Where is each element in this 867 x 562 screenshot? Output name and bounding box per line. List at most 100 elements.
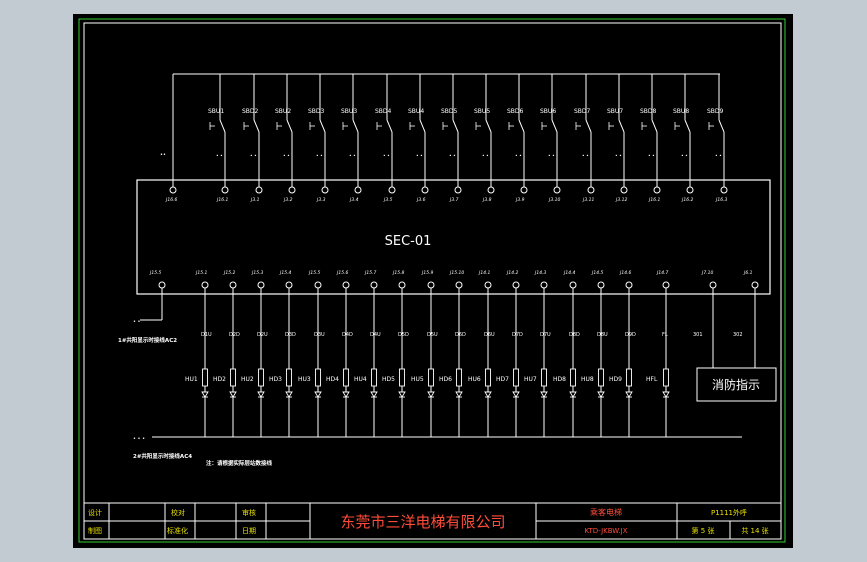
push-button-sbd3: SBD3 • • J3.3 <box>308 74 329 203</box>
design-label: 设计 <box>88 508 102 517</box>
wire-number: • • <box>648 154 655 159</box>
input-terminal-label: J3.9 <box>515 197 525 203</box>
wire-number: • • <box>316 154 323 159</box>
fire-indicator-group: J7.10 J6.1 301 302 消防指示 <box>693 270 777 402</box>
output-hu3: J15.5 D3U HU3 <box>298 270 325 437</box>
input-terminal <box>421 186 429 194</box>
push-button-sbu3: SBU3 • • J3.4 <box>341 74 362 203</box>
input-terminal <box>720 186 728 194</box>
output-terminal <box>370 281 378 289</box>
fire-wire-1-number: 301 <box>693 332 703 338</box>
lamp-resistor <box>485 368 491 387</box>
outer-frame <box>78 18 786 543</box>
lamp-resistor <box>598 368 604 387</box>
input-terminal-label: J3.5 <box>383 197 393 203</box>
switch-blade <box>551 119 558 133</box>
output-terminal-label: J14.3 <box>534 270 546 276</box>
input-terminal <box>454 186 462 194</box>
input-terminal-label: J3.7 <box>449 197 459 203</box>
output-terminal-label: J14.7 <box>656 270 668 276</box>
input-terminal <box>288 186 296 194</box>
button-label: SBD6 <box>507 108 524 115</box>
switch-blade <box>352 119 359 133</box>
led-symbol <box>662 391 670 398</box>
led-symbol <box>285 391 293 398</box>
date-label: 日期 <box>242 527 256 535</box>
switch-blade <box>386 119 393 133</box>
push-button-sbd8: SBD8 • • J16.1 <box>640 74 661 203</box>
output-wire-number: D4U <box>370 332 381 338</box>
fire-wire-2-number: 302 <box>733 332 743 338</box>
switch-blade <box>651 119 658 133</box>
push-button-sbu2: SBU2 • • J3.2 <box>275 74 296 203</box>
output-terminal-label: J15.5 <box>308 270 320 276</box>
output-wire-number: D5D <box>398 332 409 338</box>
wire-number: • • <box>515 154 522 159</box>
output-terminal-label: J15.9 <box>421 270 433 276</box>
lamp-label: HD3 <box>269 376 282 383</box>
lamp-label: HU7 <box>524 376 537 383</box>
button-label: SBU8 <box>673 108 689 115</box>
lamp-label: HU5 <box>411 376 424 383</box>
output-group: J15.1 D1U HU1 J15.2 D2D HD2 J15.3 D2U HU2 J15.4 D3… <box>185 270 670 437</box>
push-button-sbd4: SBD4 • • J3.5 <box>375 74 396 203</box>
output-wire-number: D1U <box>201 332 212 338</box>
output-terminal-label: J15.7 <box>364 270 376 276</box>
switch-blade <box>618 119 625 133</box>
output-wire-number: FL <box>662 332 668 338</box>
output-terminal <box>662 281 670 289</box>
switch-blade <box>219 119 226 133</box>
button-label: SBD4 <box>375 108 392 115</box>
output-hd2: J15.2 D2D HD2 <box>213 270 240 437</box>
output-hu1: J15.1 D1U HU1 <box>185 270 212 437</box>
push-button-sbu7: SBU7 • • J3.12 <box>607 74 628 203</box>
switch-blade <box>253 119 260 133</box>
lamp-resistor <box>399 368 405 387</box>
wire-number: • • <box>349 154 356 159</box>
switch-blade <box>684 119 691 133</box>
button-label: SBD5 <box>441 108 458 115</box>
switch-blade <box>419 119 426 133</box>
input-terminal <box>321 186 329 194</box>
schematic-canvas[interactable]: SEC-01 J16.6 •• SBU1• •J16.1SBD2• •J3.1S… <box>73 14 793 548</box>
output-terminal <box>455 281 463 289</box>
lamp-label: HU6 <box>468 376 481 383</box>
button-label: SBU1 <box>208 108 224 115</box>
output-hu5: J15.9 D5U HU5 <box>411 270 438 437</box>
led-symbol <box>370 391 378 398</box>
output-hu6: J14.1 D6U HU6 <box>468 270 495 437</box>
lamp-resistor <box>258 368 264 387</box>
push-button-sbd5: SBD5 • • J3.7 <box>441 74 462 203</box>
wire-number: • • <box>681 154 688 159</box>
fire-terminal-1 <box>709 281 717 289</box>
output-terminal-label: J14.6 <box>619 270 631 276</box>
fire-terminal-2 <box>751 281 759 289</box>
wire-number: • • <box>449 154 456 159</box>
output-hd5: J15.8 D5D HD5 <box>382 270 409 437</box>
note-bottom: 2#共阳显示时接线AC4 <box>133 452 192 460</box>
button-label: SBU3 <box>341 108 357 115</box>
output-hd3: J15.4 D3D HD3 <box>269 270 296 437</box>
output-hd4: J15.6 D4D HD4 <box>326 270 353 437</box>
output-hu4: J15.7 D4U HU4 <box>354 270 381 437</box>
lamp-resistor <box>626 368 632 387</box>
led-symbol <box>625 391 633 398</box>
output-wire-number: D7D <box>512 332 523 338</box>
fire-indicator-label: 消防指示 <box>712 377 760 392</box>
sheet-number: 第 5 张 <box>692 526 715 535</box>
output-terminal-label: J14.1 <box>478 270 490 276</box>
product-name: 乘客电梯 <box>590 507 622 517</box>
input-terminal-label: J3.12 <box>615 197 627 203</box>
lamp-label: HD4 <box>326 376 339 383</box>
lamp-resistor <box>315 368 321 387</box>
lamp-label: HU4 <box>354 376 367 383</box>
input-terminal <box>620 186 628 194</box>
led-symbol <box>398 391 406 398</box>
bottom-bus-mark: • • • <box>133 436 145 442</box>
output-hd8: J14.4 D8D HD8 <box>553 270 580 437</box>
led-symbol <box>257 391 265 398</box>
switch-blade <box>452 119 459 133</box>
input-terminal <box>553 186 561 194</box>
lamp-resistor <box>286 368 292 387</box>
output-terminal <box>540 281 548 289</box>
